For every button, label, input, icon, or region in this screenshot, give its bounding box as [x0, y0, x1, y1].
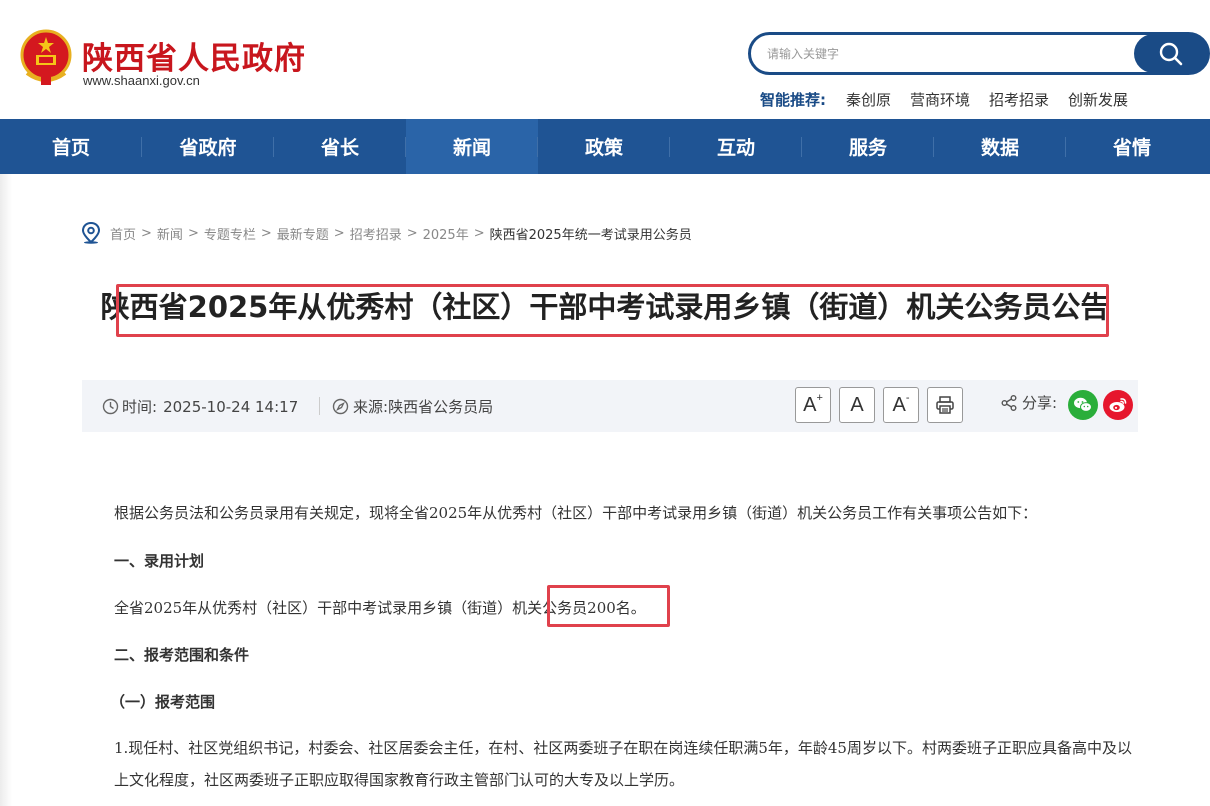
- printer-icon: [936, 396, 954, 414]
- breadcrumb-2025[interactable]: 2025年: [423, 224, 469, 243]
- section-heading-scope: 二、报考范围和条件: [114, 646, 250, 664]
- smart-recommend: 智能推荐: 秦创原 营商环境 招考招录 创新发展: [760, 88, 1147, 110]
- breadcrumb-current[interactable]: 陕西省2025年统一考试录用公务员: [490, 224, 692, 243]
- breadcrumb-separator: >: [187, 225, 199, 241]
- source-value: 陕西省公务员局: [388, 398, 494, 416]
- meta-divider: [319, 397, 320, 415]
- nav-policy[interactable]: 政策: [538, 119, 670, 174]
- subsection-heading-scope: （一）报考范围: [110, 693, 216, 711]
- smart-link-innovation[interactable]: 创新发展: [1068, 89, 1128, 110]
- section-heading-plan: 一、录用计划: [114, 552, 205, 570]
- breadcrumb: 首页 > 新闻 > 专题专栏 > 最新专题 > 招考招录 > 2025年 > 陕…: [81, 222, 692, 244]
- publish-time-value: 2025-10-24 14:17: [163, 397, 299, 416]
- breadcrumb-home[interactable]: 首页: [110, 224, 136, 243]
- search-button[interactable]: [1134, 34, 1208, 73]
- share-icon: [1001, 394, 1017, 411]
- site-header: 陕西省人民政府 www.shaanxi.gov.cn 智能推荐: 秦创原 营商环…: [0, 0, 1210, 119]
- breadcrumb-separator: >: [406, 225, 418, 241]
- site-title[interactable]: 陕西省人民政府: [82, 33, 306, 78]
- main-nav: 首页 省政府 省长 新闻 政策 互动 服务 数据 省情: [0, 119, 1210, 174]
- font-decrease-label: A: [892, 393, 906, 416]
- item-1-paragraph: 1.现任村、社区党组织书记，村委会、社区居委会主任，在村、社区两委班子在职在岗连…: [114, 739, 1132, 789]
- compass-icon: [332, 398, 349, 415]
- nav-government[interactable]: 省政府: [142, 119, 274, 174]
- site-domain: www.shaanxi.gov.cn: [83, 73, 200, 88]
- minus-icon: -: [905, 392, 910, 404]
- article-meta-bar: 时间: 2025-10-24 14:17 来源: 陕西省公务员局 A + A A-: [82, 380, 1138, 432]
- publish-time: 时间: 2025-10-24 14:17: [102, 396, 298, 417]
- font-normal-button[interactable]: A: [839, 387, 875, 423]
- plus-icon: +: [816, 392, 823, 404]
- font-increase-button[interactable]: A +: [795, 387, 831, 423]
- clock-icon: [102, 398, 119, 415]
- smart-link-business-env[interactable]: 营商环境: [910, 89, 970, 110]
- source-label: 来源:: [353, 398, 389, 416]
- article-source: 来源: 陕西省公务员局: [332, 396, 493, 417]
- plan-paragraph: 全省2025年从优秀村（社区）干部中考试录用乡镇（街道）机关公务员200名。: [114, 599, 646, 617]
- font-increase-label: A: [803, 393, 817, 416]
- smart-link-qinchuangyuan[interactable]: 秦创原: [846, 89, 891, 110]
- breadcrumb-news[interactable]: 新闻: [157, 224, 183, 243]
- breadcrumb-separator: >: [141, 225, 152, 241]
- breadcrumb-latest-topics[interactable]: 最新专题: [277, 224, 329, 243]
- nav-province-info[interactable]: 省情: [1066, 119, 1198, 174]
- wechat-share-button[interactable]: [1068, 390, 1098, 420]
- article-title: 陕西省2025年从优秀村（社区）干部中考试录用乡镇（街道）机关公务员公告: [100, 290, 1110, 324]
- search-icon: [1159, 42, 1183, 65]
- nav-services[interactable]: 服务: [802, 119, 934, 174]
- intro-paragraph: 根据公务员法和公务员录用有关规定，现将全省2025年从优秀村（社区）干部中考试录…: [114, 504, 1038, 522]
- nav-news[interactable]: 新闻: [406, 119, 538, 174]
- search-input[interactable]: [767, 43, 1127, 65]
- nav-home[interactable]: 首页: [0, 119, 142, 174]
- smart-recommend-label: 智能推荐:: [760, 90, 826, 109]
- breadcrumb-separator: >: [260, 225, 272, 241]
- breadcrumb-recruitment[interactable]: 招考招录: [350, 224, 402, 243]
- breadcrumb-separator: >: [333, 225, 345, 241]
- wechat-icon: [1074, 397, 1092, 412]
- font-normal-label: A: [850, 393, 864, 416]
- search-box: [748, 32, 1210, 75]
- font-decrease-button[interactable]: A-: [883, 387, 919, 423]
- breadcrumb-separator: >: [473, 225, 485, 241]
- publish-time-label: 时间:: [122, 398, 158, 416]
- national-emblem-icon[interactable]: [17, 27, 75, 87]
- location-pin-icon: [81, 222, 101, 244]
- weibo-share-button[interactable]: [1103, 390, 1133, 420]
- nav-interaction[interactable]: 互动: [670, 119, 802, 174]
- smart-link-recruitment[interactable]: 招考招录: [989, 89, 1049, 110]
- nav-governor[interactable]: 省长: [274, 119, 406, 174]
- nav-data[interactable]: 数据: [934, 119, 1066, 174]
- page-shadow: [0, 174, 12, 806]
- weibo-icon: [1109, 398, 1127, 412]
- breadcrumb-special-topics[interactable]: 专题专栏: [204, 224, 256, 243]
- share-area: 分享:: [1000, 392, 1057, 413]
- print-button[interactable]: [927, 387, 963, 423]
- share-label: 分享:: [1022, 394, 1058, 412]
